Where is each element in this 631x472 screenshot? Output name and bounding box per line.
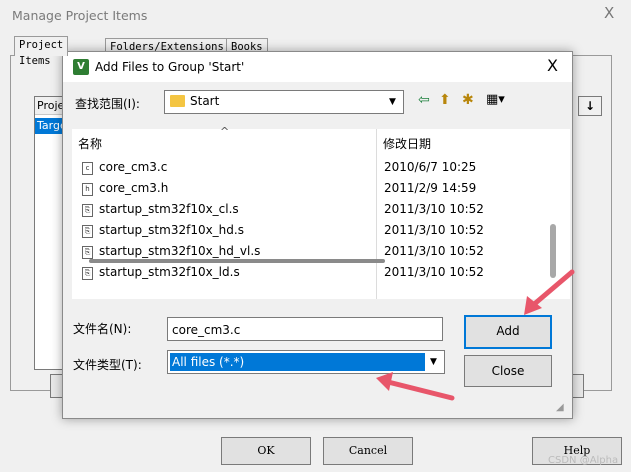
annotation-arrow-add [524, 269, 575, 315]
annotation-arrows [376, 269, 575, 401]
annotation-arrow-file-type [376, 372, 455, 401]
tab-project-items[interactable]: Project Items [14, 36, 69, 67]
